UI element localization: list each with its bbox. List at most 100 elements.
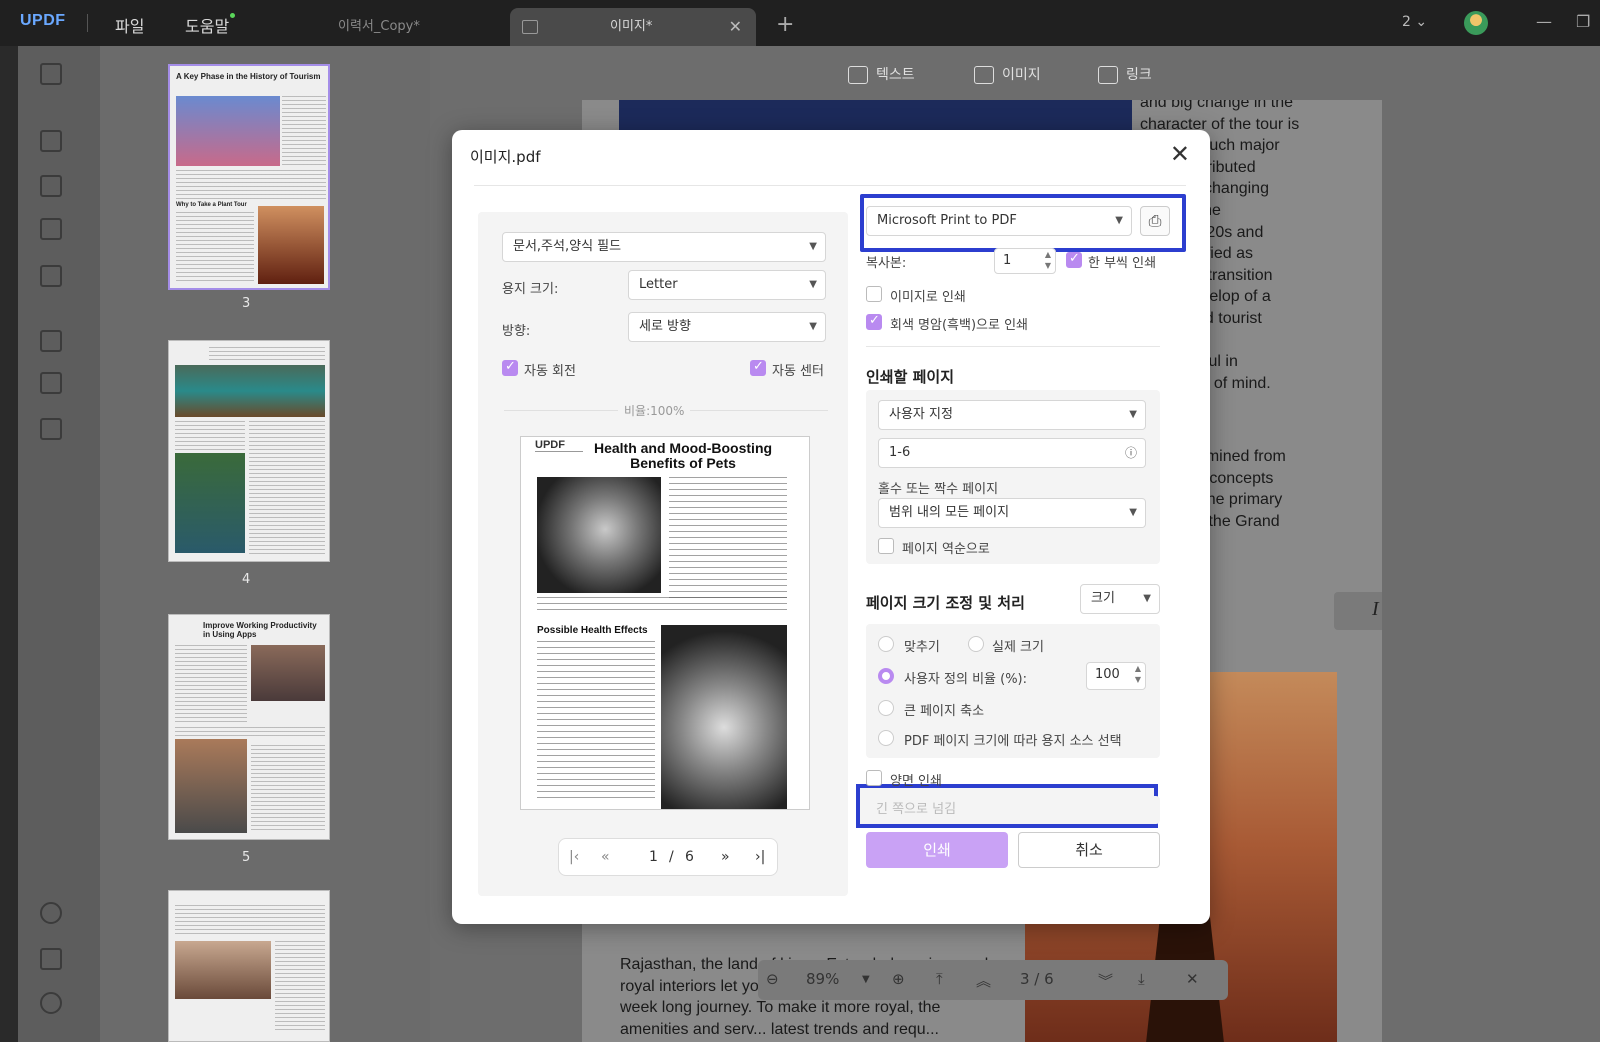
pager-current[interactable]: 1 [649, 849, 658, 865]
fit-label: 맞추기 [904, 640, 940, 655]
actual-size-radio[interactable] [968, 636, 984, 652]
image-tool-label: 이미지 [1002, 67, 1041, 83]
grayscale-label: 회색 명암(흑백)으로 인쇄 [890, 318, 1029, 333]
cancel-button[interactable]: 취소 [1018, 832, 1160, 868]
stepper-arrows-icon[interactable]: ▲ ▼ [1045, 249, 1051, 271]
chevron-down-icon: ▼ [809, 321, 817, 332]
prev-page-icon[interactable]: ︽ [976, 970, 991, 991]
odd-even-select[interactable]: 범위 내의 모든 페이지 ▼ [878, 498, 1146, 528]
menu-help[interactable]: 도움말 [185, 13, 236, 37]
help-icon[interactable]: ⓘ [1125, 439, 1137, 467]
floating-text-toolbar: I [1334, 592, 1382, 630]
close-icon[interactable]: ✕ [1170, 140, 1190, 168]
edit-icon[interactable] [40, 175, 62, 197]
printer-select[interactable]: Microsoft Print to PDF ▼ [866, 206, 1132, 236]
convert-icon[interactable] [40, 330, 62, 352]
shrink-radio[interactable] [878, 700, 894, 716]
duplex-label: 양면 인쇄 [890, 774, 942, 789]
avatar[interactable] [1464, 11, 1488, 35]
minimize-icon[interactable]: — [1536, 12, 1552, 31]
text-tool-label: 텍스트 [876, 67, 915, 83]
thumbnail-text [249, 421, 325, 557]
close-bar-icon[interactable]: ✕ [1186, 970, 1199, 988]
chevron-down-icon: ▼ [809, 279, 817, 290]
auto-rotate-checkbox[interactable] [502, 359, 518, 376]
auto-center-checkbox[interactable] [750, 359, 766, 376]
dialog-divider [474, 185, 1186, 186]
sizing-mode-select[interactable]: 크기 ▼ [1080, 584, 1160, 614]
content-select[interactable]: 문서,주석,양식 필드 ▼ [502, 232, 826, 262]
preview-dog-image [661, 625, 787, 809]
print-as-image-checkbox[interactable] [866, 286, 882, 302]
link-tool[interactable]: 링크 [1098, 64, 1152, 84]
shrink-label: 큰 페이지 축소 [904, 704, 985, 719]
left-toolbar [0, 46, 100, 1042]
ratio-text: 비율:100% [618, 402, 691, 419]
thumbnail-page-4[interactable] [168, 340, 330, 562]
window-count-value: 2 [1402, 14, 1411, 30]
menu-help-label: 도움말 [185, 17, 230, 36]
settings-panel: Microsoft Print to PDF ▼ ⎙ 복사본: 1 ▲▼ 한 부씩 … [856, 194, 1186, 896]
sizing-mode-value: 크기 [1091, 591, 1115, 606]
copies-value: 1 [1003, 253, 1012, 268]
thumbnail-page-3[interactable]: A Key Phase in the History of Tourism Wh… [168, 64, 330, 290]
printer-properties-button[interactable]: ⎙ [1140, 206, 1170, 236]
text-tool[interactable]: 텍스트 [848, 64, 915, 84]
italic-icon[interactable]: I [1372, 598, 1379, 621]
paper-source-label: PDF 페이지 크기에 따라 용지 소스 선택 [904, 734, 1122, 749]
reader-icon[interactable] [40, 63, 62, 85]
print-dialog: 이미지.pdf ✕ 문서,주석,양식 필드 ▼ 용지 크기: Letter ▼ 방향… [452, 130, 1210, 924]
page-organize-icon[interactable] [40, 218, 62, 240]
copies-stepper[interactable]: 1 ▲ ▼ [994, 248, 1056, 274]
chevron-down-icon: ▼ [1129, 409, 1137, 420]
stepper-arrows-icon[interactable]: ▲ ▼ [1135, 663, 1141, 685]
next-page-icon[interactable]: ︾ [1098, 970, 1113, 991]
copy-icon[interactable] [40, 418, 62, 440]
new-tab-icon[interactable]: + [776, 12, 794, 37]
bookmark-icon[interactable] [40, 948, 62, 970]
last-page-icon[interactable]: ⤓ [1138, 970, 1145, 988]
next-page-icon[interactable]: » [721, 849, 730, 865]
page-range-mode-select[interactable]: 사용자 지정 ▼ [878, 400, 1146, 430]
title-bar: UPDF 파일 도움말 이력서_Copy* 이미지* ✕ + 2 ⌄ — ❐ [0, 0, 1600, 46]
tab-resume-copy[interactable]: 이력서_Copy* [320, 8, 490, 46]
menu-file[interactable]: 파일 [115, 13, 144, 37]
close-tab-icon[interactable]: ✕ [729, 8, 742, 46]
custom-scale-stepper[interactable]: 100 ▲ ▼ [1086, 662, 1146, 690]
printer-value: Microsoft Print to PDF [877, 213, 1017, 228]
maximize-icon[interactable]: ❐ [1576, 12, 1590, 31]
thumbnail-page-5[interactable]: Improve Working Productivity in Using Ap… [168, 614, 330, 840]
page-indicator[interactable]: 3 / 6 [1020, 970, 1054, 988]
grayscale-checkbox[interactable] [866, 313, 882, 330]
collate-checkbox[interactable] [1066, 251, 1082, 268]
comment-icon[interactable] [40, 130, 62, 152]
thumbnail-title: Improve Working Productivity in Using Ap… [203, 621, 317, 639]
duplex-checkbox[interactable] [866, 770, 882, 786]
tab-image[interactable]: 이미지* ✕ [510, 8, 756, 46]
page-header-image [619, 100, 1132, 130]
page-range-input[interactable]: 1-6 ⓘ [878, 438, 1146, 468]
preview-text [537, 641, 655, 801]
form-icon[interactable] [40, 265, 62, 287]
zoom-dropdown-icon[interactable]: ▼ [862, 974, 870, 985]
print-button[interactable]: 인쇄 [866, 832, 1008, 868]
custom-scale-radio[interactable] [878, 668, 894, 684]
image-tool[interactable]: 이미지 [974, 64, 1041, 84]
thumbnail-page-6[interactable] [168, 890, 330, 1042]
prev-page-icon[interactable]: « [601, 849, 610, 865]
zoom-level[interactable]: 89% [806, 970, 839, 988]
window-count[interactable]: 2 ⌄ [1402, 14, 1427, 30]
orientation-select[interactable]: 세로 방향 ▼ [628, 312, 826, 342]
first-page-icon[interactable]: ⤒ [936, 970, 943, 988]
paper-source-radio[interactable] [878, 730, 894, 746]
crop-icon[interactable] [40, 372, 62, 394]
zoom-in-icon[interactable]: ⊕ [892, 970, 905, 988]
first-page-icon[interactable]: |‹ [569, 849, 579, 865]
paper-size-select[interactable]: Letter ▼ [628, 270, 826, 300]
fit-radio[interactable] [878, 636, 894, 652]
last-page-icon[interactable]: ›| [755, 849, 765, 865]
layers-icon[interactable] [40, 902, 62, 924]
attachment-icon[interactable] [40, 992, 62, 1014]
reverse-checkbox[interactable] [878, 538, 894, 554]
zoom-out-icon[interactable]: ⊖ [766, 970, 779, 988]
